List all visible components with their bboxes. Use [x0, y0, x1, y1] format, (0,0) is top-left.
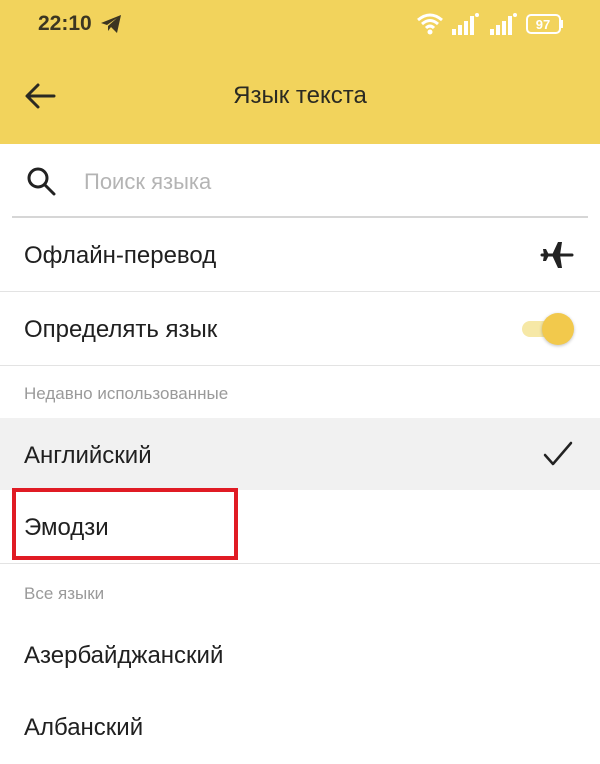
status-bar: 22:10 97	[0, 0, 600, 48]
language-label: Эмодзи	[24, 514, 109, 541]
signal-icon	[452, 13, 479, 35]
status-time: 22:10	[38, 12, 92, 35]
language-label: Английский	[24, 442, 152, 469]
offline-translation-label: Офлайн-перевод	[24, 242, 217, 269]
search-icon	[27, 167, 56, 196]
section-header-all: Все языки	[24, 584, 105, 603]
language-label: Албанский	[24, 714, 144, 741]
page-title: Язык текста	[233, 82, 367, 109]
wifi-icon	[417, 13, 443, 35]
airplane-icon	[540, 242, 574, 268]
search-bar	[0, 144, 600, 218]
language-item-albanian[interactable]: Албанский	[0, 690, 600, 764]
battery-icon: 97	[526, 14, 563, 34]
detect-language-row[interactable]: Определять язык	[0, 292, 600, 366]
offline-translation-row[interactable]: Офлайн-перевод	[0, 218, 600, 292]
language-item-english[interactable]: Английский	[0, 418, 600, 490]
search-input[interactable]	[84, 164, 564, 200]
battery-level: 97	[536, 17, 550, 32]
telegram-icon	[101, 15, 121, 33]
toggle-thumb	[542, 313, 574, 345]
language-item-emoji[interactable]: Эмодзи	[0, 490, 600, 564]
detect-language-label: Определять язык	[24, 316, 218, 343]
checkmark-icon	[543, 441, 573, 466]
detect-language-toggle[interactable]	[518, 312, 574, 346]
language-label: Азербайджанский	[24, 642, 224, 669]
language-item-azerbaijani[interactable]: Азербайджанский	[0, 618, 600, 692]
app-bar: Язык текста	[0, 48, 600, 144]
section-header-recent: Недавно использованные	[24, 384, 229, 403]
signal-icon	[490, 13, 517, 35]
